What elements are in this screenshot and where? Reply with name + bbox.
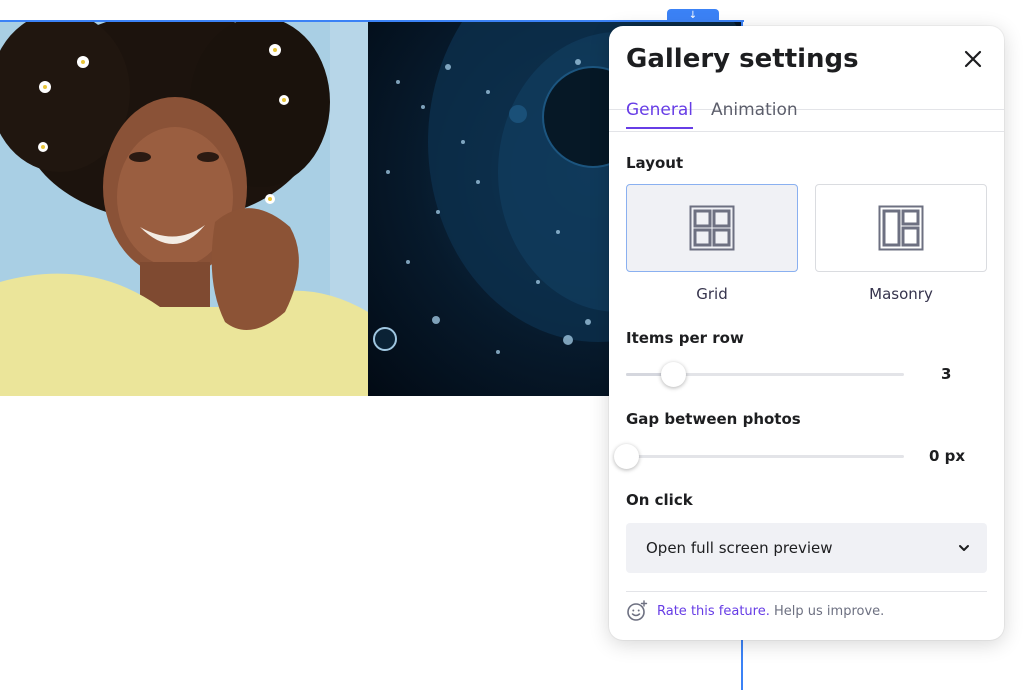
close-button[interactable]	[960, 46, 986, 72]
items-per-row-slider[interactable]	[626, 362, 904, 387]
gap-slider[interactable]	[614, 444, 904, 469]
feedback-footer: Rate this feature. Help us improve.	[626, 600, 884, 622]
layout-option-masonry-label: Masonry	[869, 285, 933, 303]
layout-label: Layout	[626, 154, 684, 172]
settings-tabs: General Animation	[626, 100, 798, 129]
tab-general[interactable]: General	[626, 100, 693, 129]
gap-label: Gap between photos	[626, 410, 801, 428]
items-per-row-label: Items per row	[626, 329, 744, 347]
slider-thumb[interactable]	[661, 362, 687, 387]
tabs-divider	[609, 131, 1004, 132]
rate-feature-link[interactable]: Rate this feature.	[657, 604, 770, 619]
slider-thumb[interactable]	[614, 444, 639, 469]
close-icon	[964, 50, 982, 68]
tab-animation[interactable]: Animation	[711, 100, 798, 129]
masonry-layout-icon	[878, 205, 924, 251]
chevron-down-icon	[959, 545, 969, 551]
layout-option-grid-label: Grid	[696, 285, 728, 303]
feedback-text: Help us improve.	[769, 603, 885, 619]
on-click-select[interactable]: Open full screen preview	[626, 523, 987, 573]
layout-option-grid[interactable]	[626, 184, 798, 272]
gallery-photo-portrait[interactable]	[0, 22, 368, 396]
block-selection-outline-top	[0, 20, 744, 22]
block-move-handle[interactable]: ↓	[667, 9, 719, 22]
smiley-sparkle-icon	[627, 600, 648, 621]
on-click-selected-value: Open full screen preview	[646, 539, 833, 557]
footer-divider	[626, 591, 987, 592]
gap-value: 0 px	[929, 447, 966, 465]
arrow-down-icon: ↓	[688, 10, 698, 21]
grid-layout-icon	[689, 205, 735, 251]
slider-track	[626, 455, 904, 458]
layout-option-masonry[interactable]	[815, 184, 987, 272]
items-per-row-value: 3	[941, 365, 952, 383]
gallery-settings-panel: Gallery settings General Animation Layou…	[609, 26, 1004, 640]
on-click-label: On click	[626, 491, 693, 509]
panel-title: Gallery settings	[626, 44, 859, 74]
portrait-image	[0, 22, 368, 396]
